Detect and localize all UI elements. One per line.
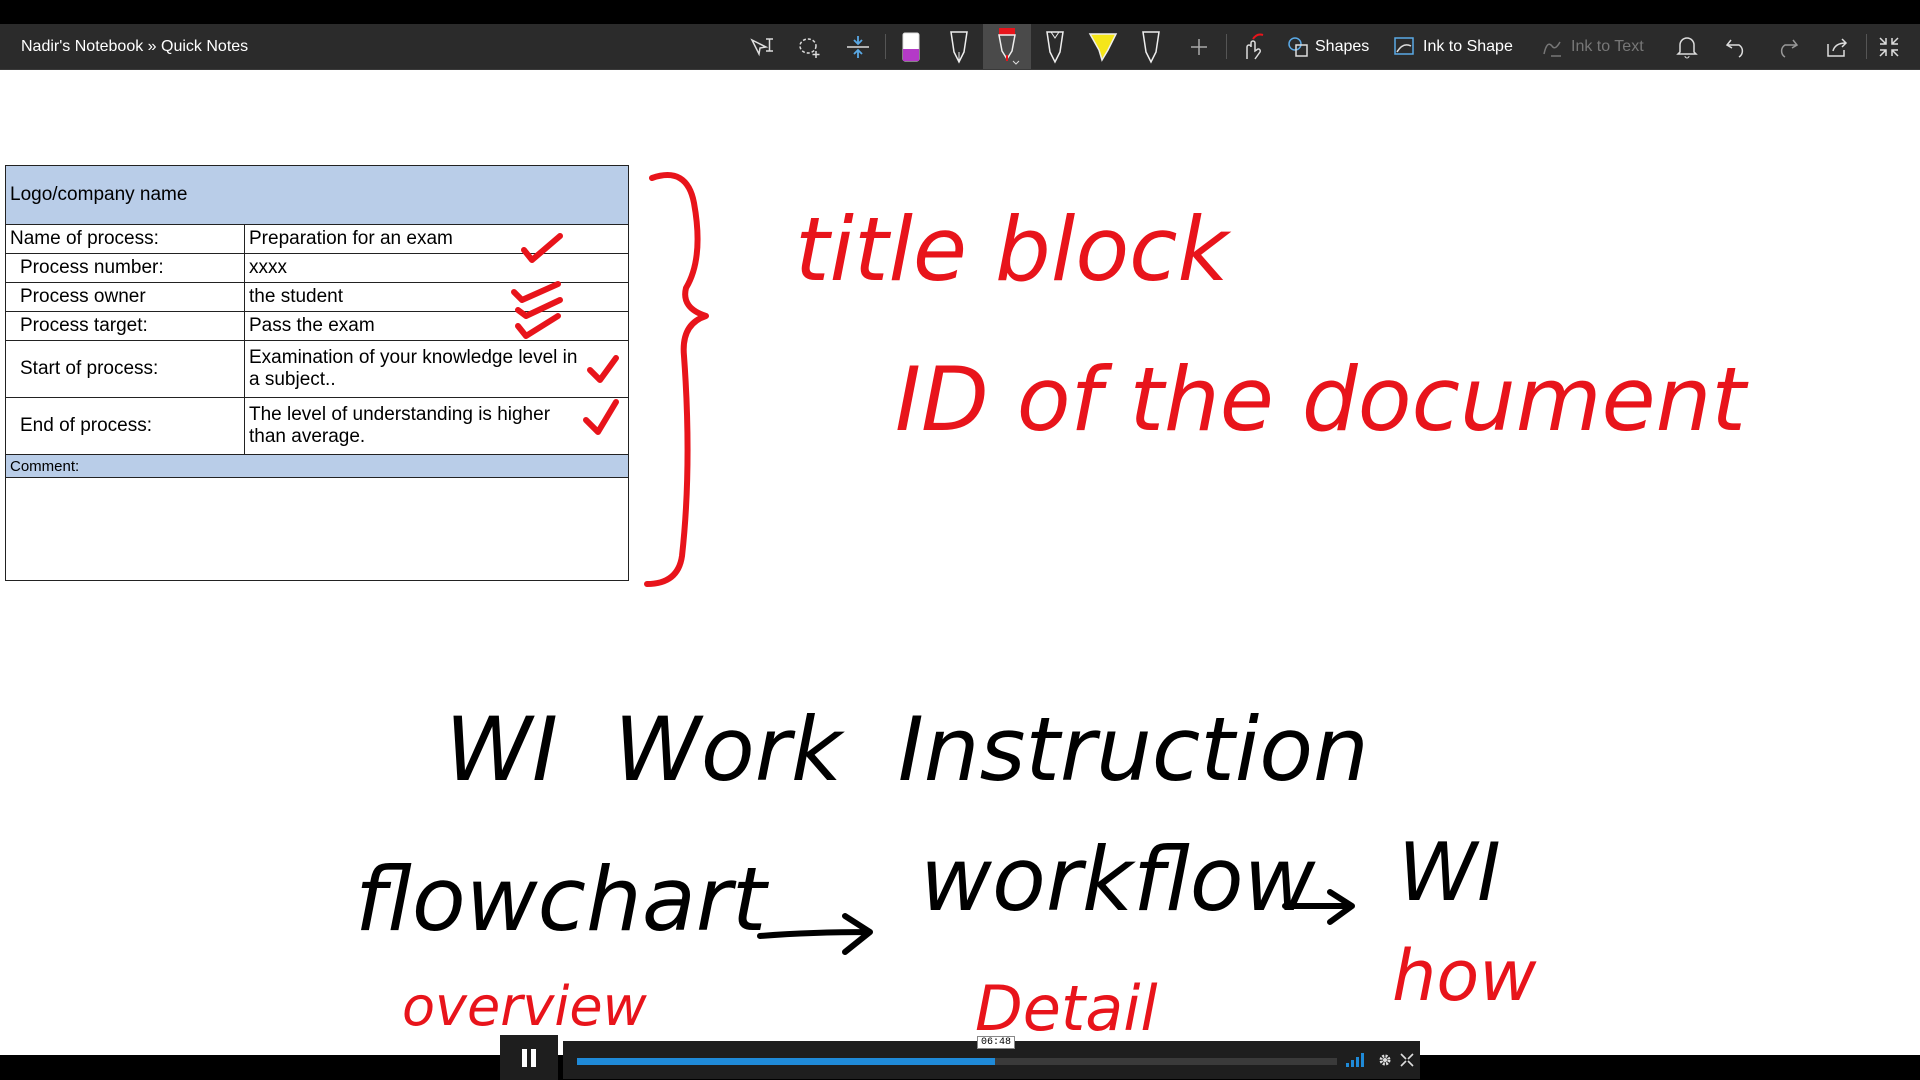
settings-gear-icon[interactable] (1378, 1053, 1392, 1067)
checkmark-ink (587, 355, 619, 383)
shapes-icon (1288, 36, 1308, 57)
video-player-bar: 06:48 (0, 1035, 1920, 1080)
toolbar-separator (1226, 34, 1227, 59)
ink-title-block: title block (795, 198, 1232, 301)
ink-workflow: workflow (920, 828, 1317, 931)
shapes-label: Shapes (1315, 37, 1370, 55)
ink-to-text-label: Ink to Text (1571, 37, 1644, 55)
onenote-toolbar: Nadir's Notebook » Quick Notes Shapes In… (0, 24, 1920, 70)
ink-to-shape-button[interactable]: Ink to Shape (1393, 24, 1513, 69)
fullscreen-icon[interactable] (1400, 1053, 1414, 1067)
undo-icon[interactable] (1713, 24, 1761, 69)
curly-brace-ink (644, 172, 709, 587)
bell-icon[interactable] (1663, 24, 1711, 69)
touch-draw-icon[interactable] (1228, 24, 1276, 69)
ink-to-text-icon (1543, 41, 1561, 57)
ink-to-text-button[interactable]: Ink to Text (1541, 24, 1644, 69)
exit-fullscreen-icon[interactable] (1865, 24, 1913, 69)
shapes-button[interactable]: Shapes (1287, 24, 1369, 69)
ink-overview: overview (402, 975, 648, 1038)
ink-wi: WI (1398, 826, 1501, 919)
time-tooltip: 06:48 (977, 1036, 1016, 1049)
pen-black-icon[interactable] (1031, 24, 1079, 69)
ink-to-shape-label: Ink to Shape (1423, 37, 1513, 55)
checkmark-ink (511, 281, 563, 319)
highlighter-yellow-icon[interactable] (1079, 24, 1127, 69)
ink-wi-work-instruction: WI Work Instruction (445, 698, 1369, 801)
add-pen-icon[interactable] (1175, 24, 1223, 69)
ink-flowchart: flowchart (355, 848, 770, 951)
volume-icon[interactable] (1346, 1053, 1368, 1067)
eraser-icon[interactable] (887, 24, 935, 69)
pencil-icon[interactable] (1127, 24, 1175, 69)
toolbar-separator (885, 34, 886, 59)
checkmark-ink (583, 399, 619, 435)
ink-how: how (1392, 935, 1537, 1017)
progress-track[interactable] (577, 1058, 1337, 1065)
ink-layer: title block ID of the document WI Work I… (355, 172, 1749, 1045)
checkmark-ink (515, 313, 561, 339)
redo-icon[interactable] (1763, 24, 1811, 69)
arrow-ink (757, 913, 873, 955)
pen-red-icon[interactable] (983, 24, 1031, 69)
lasso-select-icon[interactable] (786, 24, 834, 69)
pen-white-icon[interactable] (935, 24, 983, 69)
pause-icon (522, 1048, 536, 1067)
note-canvas[interactable]: Logo/company name Name of process: Prepa… (0, 70, 1920, 1055)
ink-to-shape-icon (1394, 36, 1414, 55)
type-select-icon[interactable] (738, 24, 786, 69)
window-top-strip (0, 0, 1920, 24)
pause-button[interactable] (500, 1035, 558, 1080)
progress-fill (577, 1058, 995, 1065)
ink-id-of-document: ID of the document (895, 348, 1749, 451)
share-icon[interactable] (1813, 24, 1861, 69)
breadcrumb[interactable]: Nadir's Notebook » Quick Notes (21, 24, 248, 69)
checkmark-ink (521, 233, 563, 263)
add-space-icon[interactable] (834, 24, 882, 69)
ink-detail: Detail (975, 972, 1158, 1045)
progress-container: 06:48 (563, 1036, 1420, 1079)
